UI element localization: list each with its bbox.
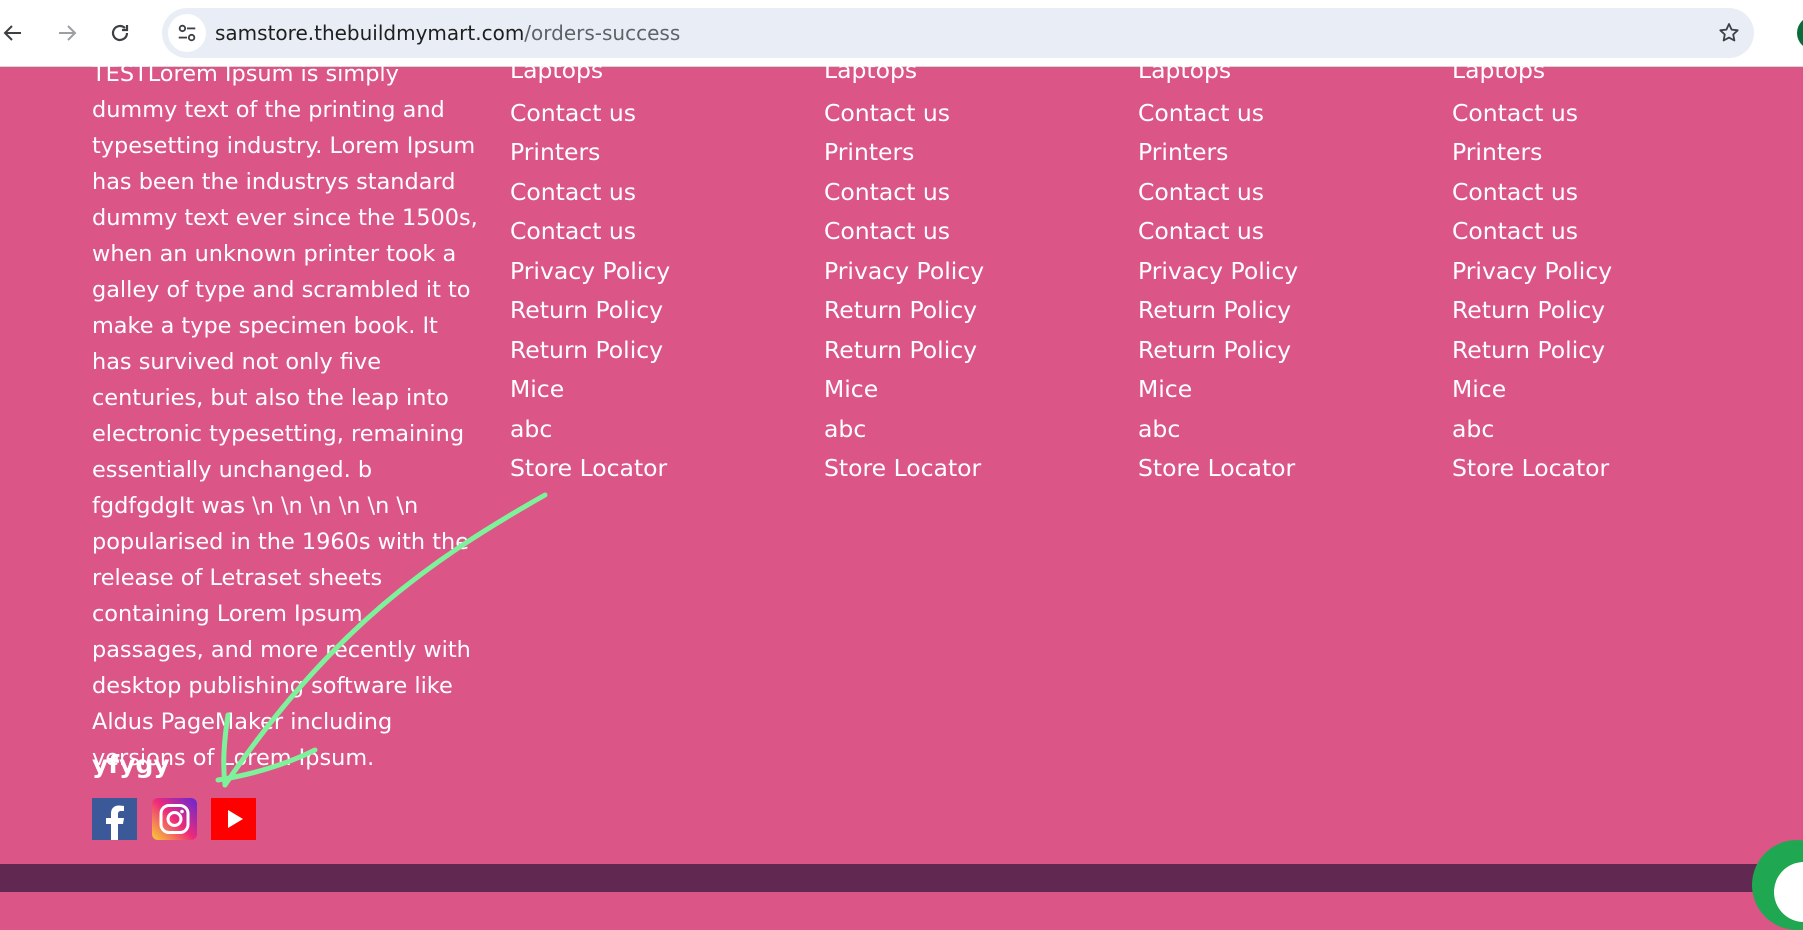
footer-link[interactable]: abc [824,408,984,452]
footer-link[interactable]: Return Policy [510,289,670,333]
footer-link[interactable]: Laptops [1452,56,1612,96]
footer-link-column-3: Laptops Contact us Printers Contact us Conta… [1138,56,1298,491]
footer-link[interactable]: Contact us [1138,92,1298,136]
footer-link[interactable]: Contact us [510,171,670,215]
footer-link[interactable]: Store Locator [510,447,670,491]
url-host: samstore.thebuildmymart.com [215,21,525,45]
forward-button[interactable] [50,16,84,50]
footer-link[interactable]: Return Policy [1138,289,1298,333]
footer-link[interactable]: Contact us [824,171,984,215]
footer-link[interactable]: Mice [824,368,984,412]
facebook-icon [106,805,124,840]
footer-link[interactable]: Privacy Policy [1452,250,1612,294]
footer-link[interactable]: Laptops [824,56,984,96]
instagram-icon [159,804,190,834]
arrow-left-icon [3,25,21,41]
facebook-link[interactable] [92,798,137,840]
footer-link[interactable]: Return Policy [510,329,670,373]
footer-link-column-2: Laptops Contact us Printers Contact us Conta… [824,56,984,491]
site-info-button[interactable] [168,14,206,52]
youtube-icon [228,810,243,828]
footer-link[interactable]: Return Policy [1138,329,1298,373]
footer-link[interactable]: Store Locator [1452,447,1612,491]
footer-link[interactable]: Contact us [824,92,984,136]
footer-link[interactable]: Contact us [1452,171,1612,215]
footer-link[interactable]: Contact us [1138,210,1298,254]
footer-link[interactable]: Printers [1138,131,1298,175]
tune-icon [178,24,196,42]
footer-link-column-4: Laptops Contact us Printers Contact us Conta… [1452,56,1612,491]
footer-link[interactable]: Privacy Policy [1138,250,1298,294]
footer-about-text: TESTLorem Ipsum is simply dummy text of … [92,61,478,771]
footer-link[interactable]: Store Locator [824,447,984,491]
footer-link[interactable]: Mice [1452,368,1612,412]
footer-link[interactable]: Privacy Policy [824,250,984,294]
back-button[interactable] [0,16,30,50]
footer-link[interactable]: Return Policy [1452,289,1612,333]
star-icon [1719,23,1739,42]
url-path: /orders-success [524,21,681,45]
footer-link[interactable]: Contact us [510,92,670,136]
footer-link[interactable]: Mice [1138,368,1298,412]
profile-avatar[interactable] [1797,16,1803,50]
footer-link[interactable]: Contact us [1452,210,1612,254]
footer-link[interactable]: abc [1138,408,1298,452]
footer-link[interactable]: Store Locator [1138,447,1298,491]
footer-link[interactable]: Contact us [1452,92,1612,136]
footer-link[interactable]: abc [510,408,670,452]
url-text[interactable]: samstore.thebuildmymart.com/orders-succe… [215,21,680,45]
footer-link[interactable]: Return Policy [1452,329,1612,373]
footer-link[interactable]: Mice [510,368,670,412]
footer-link[interactable]: Return Policy [824,329,984,373]
footer-link[interactable]: Printers [1452,131,1612,175]
footer-link-column-1: Laptops Contact us Printers Contact us Conta… [510,56,670,491]
footer-brand-title: yfygy [92,750,170,779]
footer-link[interactable]: Laptops [1138,56,1298,96]
footer-link[interactable]: Printers [824,131,984,175]
reload-button[interactable] [103,16,137,50]
reload-icon [111,24,129,42]
instagram-link[interactable] [152,798,197,840]
footer-link[interactable]: abc [1452,408,1612,452]
footer-link[interactable]: Contact us [510,210,670,254]
youtube-link[interactable] [211,798,256,840]
footer-link[interactable]: Laptops [510,56,670,96]
address-bar[interactable]: samstore.thebuildmymart.com/orders-succe… [162,8,1754,58]
footer-link[interactable]: Return Policy [824,289,984,333]
footer-link[interactable]: Privacy Policy [510,250,670,294]
footer-link[interactable]: Printers [510,131,670,175]
footer-link[interactable]: Contact us [824,210,984,254]
arrow-right-icon [59,25,77,41]
footer-link[interactable]: Contact us [1138,171,1298,215]
footer-bottom-bar [0,864,1803,892]
bookmark-star-button[interactable] [1716,20,1742,46]
